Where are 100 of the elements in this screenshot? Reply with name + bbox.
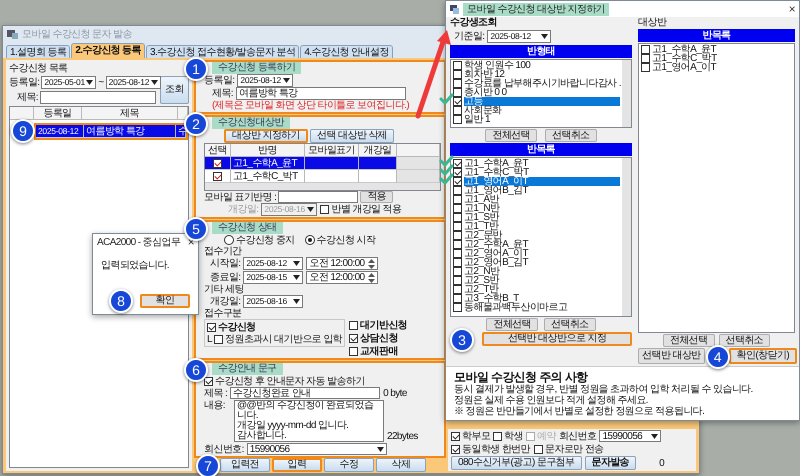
checkbox[interactable] — [453, 195, 462, 204]
checkbox[interactable] — [453, 213, 462, 222]
title-field[interactable]: 여름방학 특강 — [236, 87, 406, 100]
action-button[interactable]: 대상반 지정하기 — [224, 129, 308, 143]
radio-button[interactable] — [224, 235, 234, 245]
checkbox[interactable] — [213, 172, 222, 180]
list-item[interactable]: 고1_수학C_박T — [464, 168, 620, 177]
list-item[interactable]: 고1_수학C_박T — [652, 54, 792, 63]
list-button[interactable]: 선택취소 — [545, 129, 597, 142]
list-item[interactable]: 동해물과백두산이마르고 — [464, 303, 620, 312]
time-field[interactable]: 오전 12:00:00 — [306, 271, 378, 284]
checkbox[interactable] — [453, 267, 462, 276]
list-button[interactable]: 선택취소 — [544, 318, 596, 331]
checkbox[interactable] — [493, 432, 502, 440]
checkbox[interactable] — [204, 376, 213, 386]
list-item[interactable]: 고2_T반 — [464, 285, 620, 294]
checkbox[interactable] — [453, 115, 462, 124]
checkbox[interactable] — [453, 258, 462, 267]
action-button[interactable]: 삭제 — [376, 458, 426, 472]
action-button[interactable]: 입력전 — [220, 458, 270, 472]
assign-button[interactable]: 선택반 대상반 — [638, 348, 705, 364]
checkbox[interactable] — [453, 204, 462, 213]
time-field[interactable]: 오전 12:00:00 — [306, 257, 378, 270]
date-field[interactable]: 2025-08-12 — [243, 257, 304, 270]
checkbox[interactable] — [453, 222, 462, 231]
date-field[interactable]: 2025-05-01 — [41, 76, 96, 89]
list-item[interactable]: 고1_영어A_이T — [464, 177, 620, 186]
action-button[interactable]: 입력 — [272, 458, 322, 472]
apply-button[interactable]: 적용 — [360, 191, 394, 203]
list-button[interactable]: 전체선택 — [486, 318, 538, 331]
tab[interactable]: 4.수강신청 안내설정 — [300, 45, 393, 58]
checkbox[interactable] — [453, 285, 462, 294]
checkbox[interactable] — [453, 240, 462, 249]
list-item[interactable]: 고2_문반 — [464, 231, 620, 240]
checkbox[interactable] — [451, 432, 460, 440]
date-field[interactable]: 2025-08-12 — [106, 76, 161, 89]
checkbox[interactable] — [453, 186, 462, 195]
reply-number-field[interactable]: 15990056 — [246, 443, 387, 455]
checkbox[interactable] — [207, 322, 216, 332]
checkbox[interactable] — [453, 79, 462, 88]
reply-number-field[interactable]: 15990056 — [599, 430, 662, 442]
list-item[interactable]: 회차반 12 — [464, 70, 620, 79]
list-item[interactable]: 고2_S반 — [464, 276, 620, 285]
list-item[interactable]: 고2_수학A_윤T — [464, 240, 620, 249]
checkbox[interactable] — [451, 444, 460, 454]
action-button[interactable]: 수정 — [324, 458, 374, 472]
list-item[interactable]: 고1_영어A_이T — [652, 63, 792, 72]
checkbox[interactable] — [320, 205, 330, 214]
checkbox[interactable] — [453, 303, 462, 312]
title-field[interactable] — [40, 91, 156, 104]
tab[interactable]: 3.수강신청 접수현황/발송문자 분석 — [146, 45, 300, 58]
list-button[interactable]: 선택취소 — [718, 334, 770, 347]
tab[interactable]: 2.수강신청 등록 — [71, 43, 146, 58]
assign-button[interactable]: 선택반 대상반으로 지정 — [482, 332, 632, 346]
checkbox[interactable] — [453, 88, 462, 97]
checkbox[interactable] — [641, 45, 650, 54]
list-button[interactable]: 전체선택 — [662, 334, 714, 347]
close-window-button[interactable]: 확인(창닫기) — [728, 348, 798, 364]
list-item[interactable]: 사회문화 — [464, 106, 620, 115]
checkbox[interactable] — [453, 276, 462, 285]
checkbox[interactable] — [453, 97, 462, 106]
date-field[interactable]: 2025-08-12 — [237, 74, 294, 87]
checkbox[interactable] — [453, 231, 462, 240]
checkbox[interactable] — [349, 334, 358, 342]
list-item[interactable]: 학생 인원수 100 — [464, 61, 620, 70]
date-field[interactable]: 2025-08-16 — [243, 295, 304, 308]
list-item[interactable]: 고2_N반 — [464, 267, 620, 276]
date-field[interactable]: 2025-08-15 — [243, 271, 304, 284]
checkbox[interactable] — [453, 70, 462, 79]
date-field[interactable]: 2025-08-12 — [487, 30, 552, 43]
checkbox[interactable] — [453, 159, 462, 168]
checkbox[interactable] — [214, 334, 223, 344]
tab[interactable]: 1.설명회 등록 — [6, 45, 70, 58]
list-item[interactable]: 고1_S반 — [464, 213, 620, 222]
checkbox[interactable] — [641, 63, 650, 72]
checkbox[interactable] — [349, 320, 358, 330]
title-field[interactable]: 수강신청완료 안내 — [230, 387, 380, 399]
class-name-field[interactable] — [278, 191, 358, 203]
list-item[interactable]: 고2_영어B_김T — [464, 258, 620, 267]
checkbox[interactable] — [641, 54, 650, 63]
list-item[interactable]: 고1_T반 — [464, 222, 620, 231]
list-item[interactable]: 고1_N반 — [464, 204, 620, 213]
list-item[interactable]: 고1_수학A_윤T — [464, 159, 620, 168]
send-button[interactable]: 문자발송 — [584, 456, 636, 470]
list-item[interactable]: 일반 1 — [464, 115, 620, 124]
checkbox[interactable] — [349, 346, 358, 356]
close-button[interactable]: × — [788, 4, 795, 14]
checkbox[interactable] — [453, 168, 462, 177]
checkbox[interactable] — [453, 106, 462, 115]
search-button[interactable]: 조회 — [160, 76, 189, 104]
list-item[interactable]: 고1_A반 — [464, 195, 620, 204]
checkbox[interactable] — [453, 177, 462, 186]
checkbox[interactable] — [453, 249, 462, 258]
checkbox[interactable] — [213, 158, 222, 168]
list-item[interactable]: 고1_영어B_김T — [464, 186, 620, 195]
list-item[interactable]: 고2_영어A_이T — [464, 249, 620, 258]
ok-button[interactable]: 확인 — [140, 294, 190, 308]
list-item[interactable]: 고3_수학B_T — [464, 294, 620, 303]
list-item[interactable]: 수강료를 납부해주시기바랍니다감사 . — [464, 79, 621, 88]
checkbox[interactable] — [453, 294, 462, 303]
